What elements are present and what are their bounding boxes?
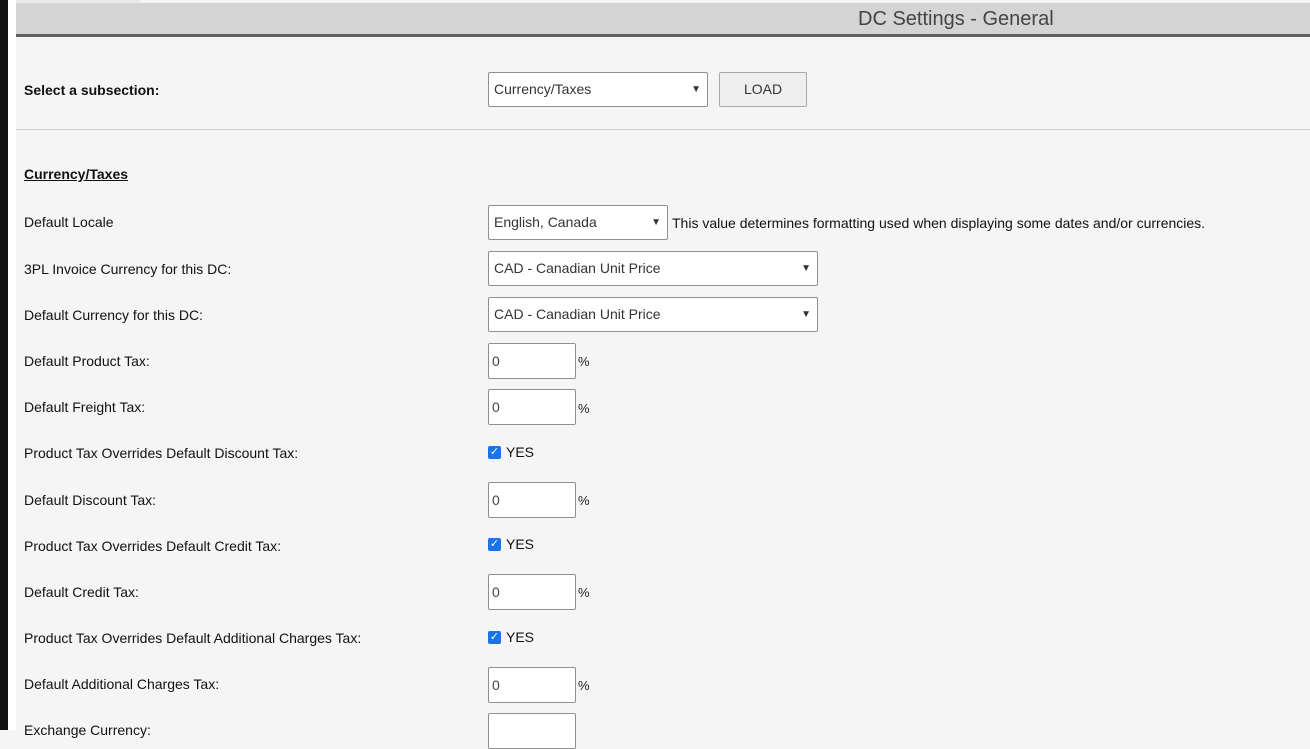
check-icon: ✓ bbox=[489, 631, 500, 643]
default-currency-label: Default Currency for this DC: bbox=[24, 307, 203, 323]
default-locale-select[interactable]: English, Canada ▼ bbox=[488, 205, 668, 240]
override-discount-yes: YES bbox=[506, 444, 535, 460]
exchange-currency-label: Exchange Currency: bbox=[24, 722, 151, 738]
subsection-label: Select a subsection: bbox=[24, 82, 160, 98]
chevron-down-icon: ▼ bbox=[801, 309, 811, 320]
section-title: Currency/Taxes bbox=[24, 166, 129, 182]
default-currency-value: CAD - Canadian Unit Price bbox=[494, 306, 661, 322]
additional-tax-label: Default Additional Charges Tax: bbox=[24, 676, 220, 692]
additional-tax-unit: % bbox=[578, 678, 590, 693]
product-tax-label: Default Product Tax: bbox=[24, 353, 150, 369]
override-additional-checkbox[interactable]: ✓ bbox=[488, 631, 501, 644]
settings-panel: Select a subsection: Currency/Taxes ▼ LO… bbox=[16, 37, 1310, 749]
invoice-currency-label: 3PL Invoice Currency for this DC: bbox=[24, 261, 232, 277]
invoice-currency-select[interactable]: CAD - Canadian Unit Price ▼ bbox=[488, 251, 818, 286]
check-icon: ✓ bbox=[489, 446, 500, 458]
load-button[interactable]: LOAD bbox=[719, 72, 807, 107]
credit-tax-input[interactable]: 0 bbox=[488, 574, 576, 610]
section-divider bbox=[16, 129, 1310, 130]
subsection-select-value: Currency/Taxes bbox=[494, 81, 592, 97]
chevron-down-icon: ▼ bbox=[651, 217, 661, 228]
freight-tax-label: Default Freight Tax: bbox=[24, 399, 146, 415]
window-gutter bbox=[8, 0, 16, 730]
default-locale-label: Default Locale bbox=[24, 214, 114, 230]
chevron-down-icon: ▼ bbox=[691, 84, 701, 95]
override-additional-label: Product Tax Overrides Default Additional… bbox=[24, 630, 362, 646]
additional-tax-input[interactable]: 0 bbox=[488, 667, 576, 703]
exchange-currency-input[interactable] bbox=[488, 713, 576, 749]
default-currency-select[interactable]: CAD - Canadian Unit Price ▼ bbox=[488, 297, 818, 332]
override-additional-yes: YES bbox=[506, 629, 535, 645]
page-title: DC Settings - General bbox=[858, 8, 1054, 30]
freight-tax-unit: % bbox=[578, 401, 590, 416]
check-icon: ✓ bbox=[489, 538, 500, 550]
subsection-select[interactable]: Currency/Taxes ▼ bbox=[488, 72, 708, 107]
page-header: DC Settings - General bbox=[16, 3, 1310, 37]
locale-hint: This value determines formatting used wh… bbox=[672, 215, 1206, 231]
override-credit-yes: YES bbox=[506, 536, 535, 552]
default-locale-value: English, Canada bbox=[494, 214, 597, 230]
credit-tax-label: Default Credit Tax: bbox=[24, 584, 139, 600]
discount-tax-input[interactable]: 0 bbox=[488, 482, 576, 518]
override-discount-checkbox[interactable]: ✓ bbox=[488, 446, 501, 459]
freight-tax-input[interactable]: 0 bbox=[488, 389, 576, 425]
discount-tax-unit: % bbox=[578, 493, 590, 508]
override-credit-checkbox[interactable]: ✓ bbox=[488, 538, 501, 551]
product-tax-input[interactable]: 0 bbox=[488, 343, 576, 379]
discount-tax-label: Default Discount Tax: bbox=[24, 492, 157, 508]
product-tax-unit: % bbox=[578, 354, 590, 369]
credit-tax-unit: % bbox=[578, 585, 590, 600]
chevron-down-icon: ▼ bbox=[801, 263, 811, 274]
override-credit-label: Product Tax Overrides Default Credit Tax… bbox=[24, 538, 282, 554]
override-discount-label: Product Tax Overrides Default Discount T… bbox=[24, 445, 299, 461]
window-edge bbox=[0, 0, 8, 730]
invoice-currency-value: CAD - Canadian Unit Price bbox=[494, 260, 661, 276]
